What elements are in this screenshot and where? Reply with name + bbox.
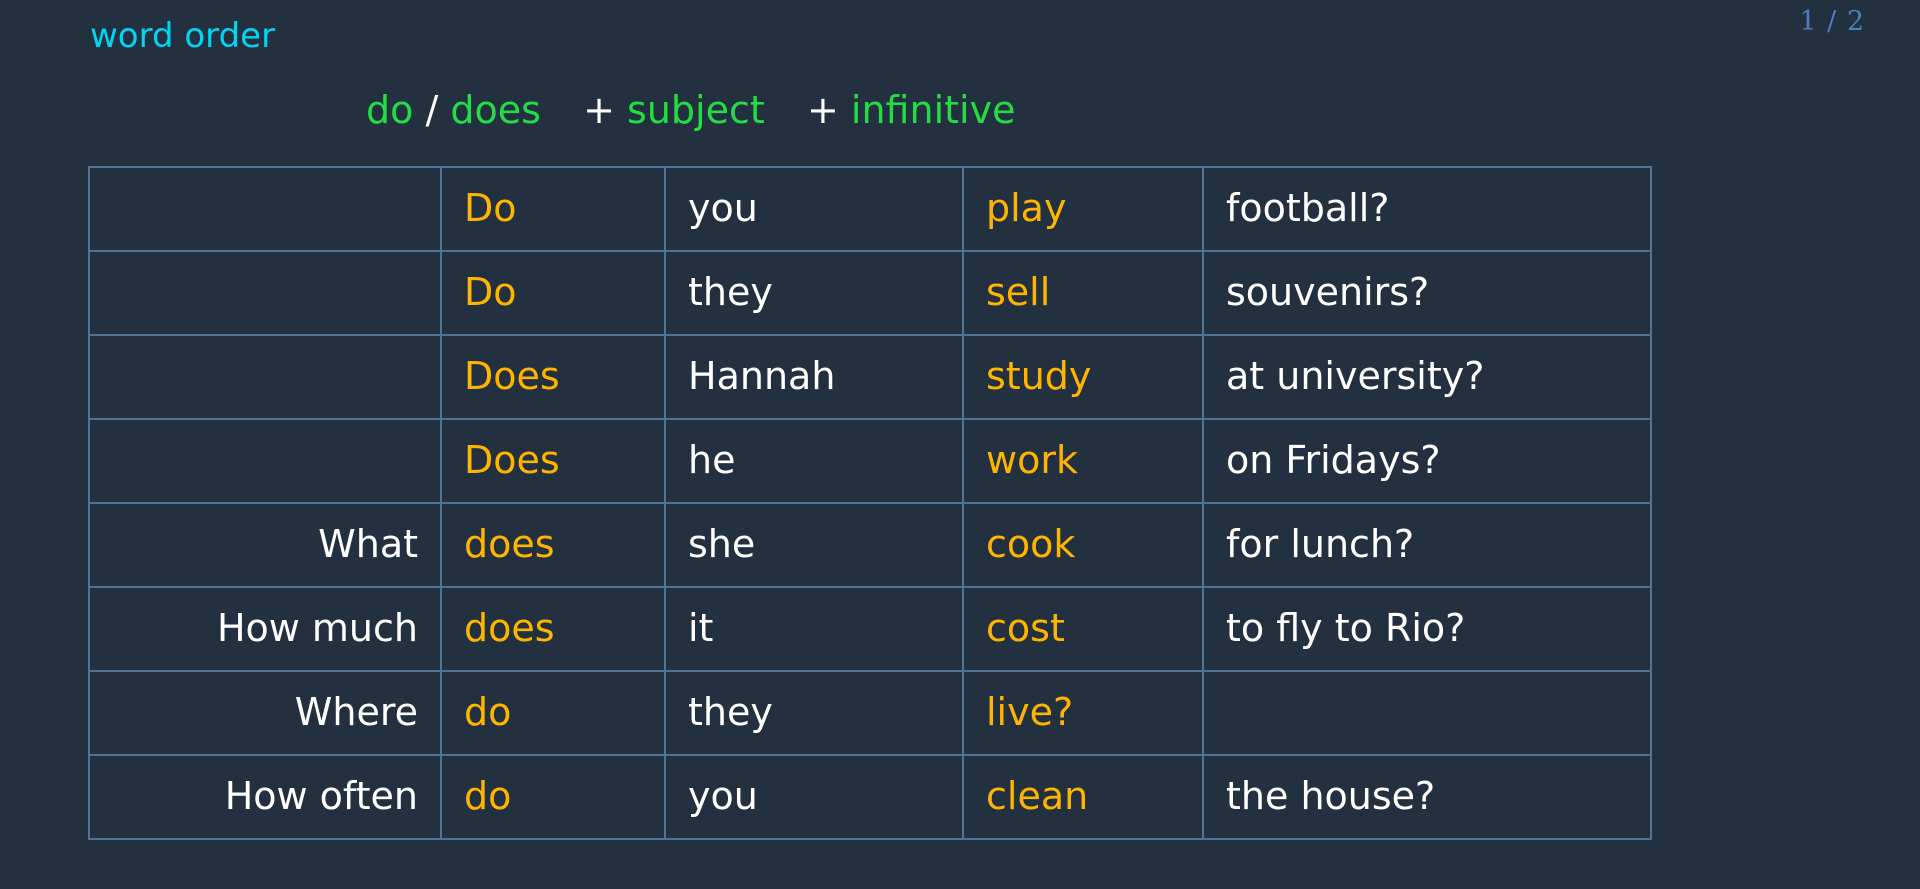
pattern-keyword-infinitive: infinitive: [850, 88, 1016, 132]
cell-complement: souvenirs?: [1202, 250, 1652, 336]
cell-subject: it: [664, 586, 964, 672]
cell-subject: you: [664, 754, 964, 840]
table-row: Where do they live?: [88, 670, 1652, 756]
cell-verb: cost: [962, 586, 1204, 672]
cell-question-word: Where: [88, 670, 442, 756]
cell-auxiliary: Does: [440, 418, 666, 504]
cell-subject: you: [664, 166, 964, 252]
cell-question-word: [88, 166, 442, 252]
table-row: Do you play football?: [88, 166, 1652, 252]
cell-complement: [1202, 670, 1652, 756]
page-title: word order: [90, 16, 276, 56]
word-order-table-body: Do you play football? Do they sell souvenirs? Do…: [88, 166, 1652, 840]
pattern-operator-plus-2: +: [806, 88, 839, 132]
word-order-table: Do you play football? Do they sell souvenirs? Do…: [88, 166, 1652, 840]
cell-question-word: [88, 418, 442, 504]
cell-complement: at university?: [1202, 334, 1652, 420]
cell-auxiliary: does: [440, 586, 666, 672]
cell-subject: he: [664, 418, 964, 504]
cell-complement: to fly to Rio?: [1202, 586, 1652, 672]
cell-auxiliary: Do: [440, 166, 666, 252]
table-row: Do they sell souvenirs?: [88, 250, 1652, 336]
cell-auxiliary: do: [440, 670, 666, 756]
cell-auxiliary: Do: [440, 250, 666, 336]
table-row: What does she cook for lunch?: [88, 502, 1652, 588]
cell-question-word: How often: [88, 754, 442, 840]
cell-verb: play: [962, 166, 1204, 252]
cell-verb: sell: [962, 250, 1204, 336]
cell-auxiliary: does: [440, 502, 666, 588]
grammar-pattern-line: do / does + subject + infinitive: [366, 88, 1015, 134]
page-indicator: 1 / 2: [1799, 6, 1865, 37]
cell-question-word: [88, 250, 442, 336]
pattern-keyword-subject: subject: [627, 88, 765, 132]
cell-complement: the house?: [1202, 754, 1652, 840]
cell-complement: football?: [1202, 166, 1652, 252]
cell-auxiliary: Does: [440, 334, 666, 420]
table-row: How much does it cost to fly to Rio?: [88, 586, 1652, 672]
cell-verb: live?: [962, 670, 1204, 756]
cell-verb: study: [962, 334, 1204, 420]
cell-verb: cook: [962, 502, 1204, 588]
cell-verb: clean: [962, 754, 1204, 840]
cell-complement: for lunch?: [1202, 502, 1652, 588]
cell-question-word: [88, 334, 442, 420]
table-row: How often do you clean the house?: [88, 754, 1652, 840]
cell-subject: Hannah: [664, 334, 964, 420]
pattern-operator-slash: /: [425, 88, 439, 132]
cell-verb: work: [962, 418, 1204, 504]
cell-subject: she: [664, 502, 964, 588]
pattern-keyword-do: do: [366, 88, 414, 132]
cell-question-word: How much: [88, 586, 442, 672]
cell-auxiliary: do: [440, 754, 666, 840]
cell-question-word: What: [88, 502, 442, 588]
table-row: Does Hannah study at university?: [88, 334, 1652, 420]
pattern-operator-plus-1: +: [583, 88, 615, 132]
cell-complement: on Fridays?: [1202, 418, 1652, 504]
pattern-keyword-does: does: [450, 88, 541, 132]
cell-subject: they: [664, 670, 964, 756]
cell-subject: they: [664, 250, 964, 336]
table-row: Does he work on Fridays?: [88, 418, 1652, 504]
